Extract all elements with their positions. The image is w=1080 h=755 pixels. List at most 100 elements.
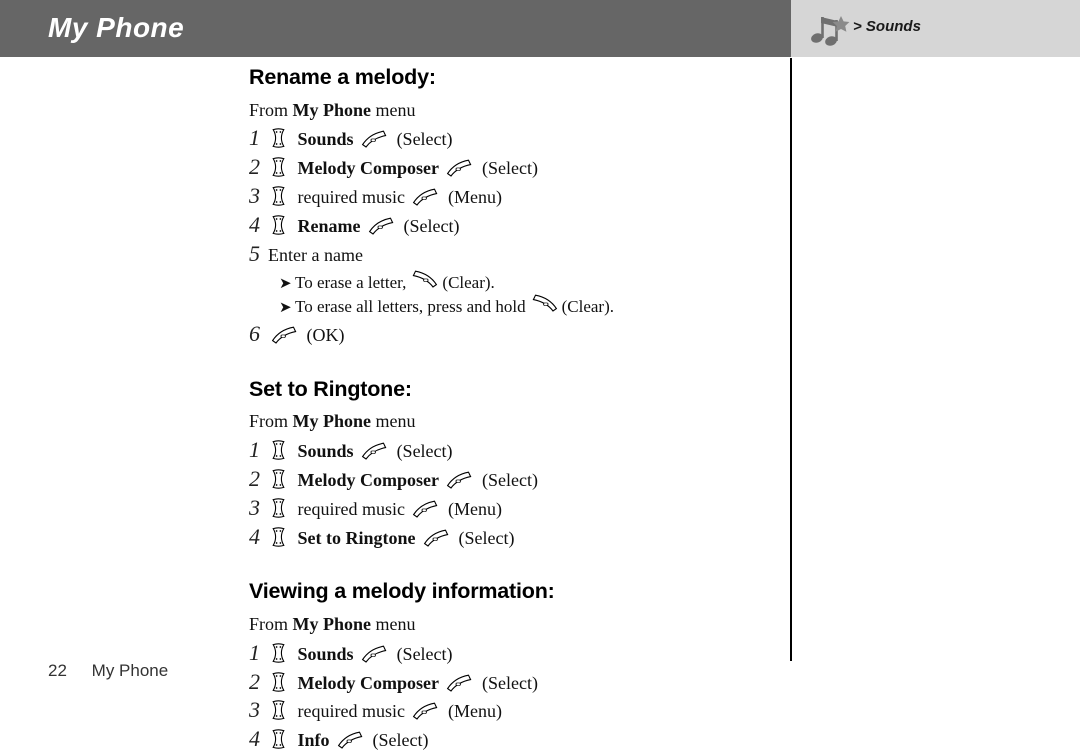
section-title-viewing: Viewing a melody information: [249, 579, 555, 604]
sub-bullet-key-caption: (Clear). [561, 296, 614, 316]
from-menu-name: My Phone [292, 99, 372, 120]
step-list-ringtone: 1 Sounds (Select) 2 Melody Composer (Sel… [249, 437, 769, 550]
left-soft-key-icon [412, 188, 438, 206]
left-soft-key-icon [446, 159, 472, 177]
step-number: 5 [249, 240, 260, 266]
navigation-key-icon [269, 469, 288, 489]
step-number: 3 [249, 697, 260, 723]
from-prefix: From [249, 613, 289, 634]
sub-bullet-list: ➤ To erase a letter, (Clear). ➤ To erase… [249, 270, 769, 317]
step-number: 2 [249, 465, 260, 491]
left-soft-key-icon [361, 130, 387, 149]
section-title-rename: Rename a melody: [249, 65, 436, 89]
step-item: 2 Melody Composer (Select) [249, 669, 769, 696]
left-soft-key-icon [423, 529, 449, 547]
step-item: 3 required music (Menu) [249, 697, 769, 724]
step-number: 4 [249, 523, 260, 549]
step-number: 3 [249, 182, 260, 208]
step-key-caption: (Menu) [447, 186, 502, 207]
step-key-caption: (Select) [481, 672, 538, 693]
main-content: Rename a melody: From My Phone menu 1 So… [249, 62, 769, 753]
vertical-divider [790, 58, 792, 661]
step-label: Melody Composer [297, 158, 439, 179]
step-item: 6 (OK) [249, 321, 769, 348]
left-soft-key-icon [446, 471, 472, 489]
step-number: 2 [249, 668, 260, 694]
step-label: Sounds [297, 129, 354, 150]
step-label: Rename [297, 215, 361, 236]
section-viewing-melody-information: Viewing a melody information: From My Ph… [249, 550, 769, 753]
step-item: 1 Sounds (Select) [249, 125, 769, 152]
step-key-caption: (Select) [396, 129, 453, 150]
step-label: Sounds [297, 441, 354, 462]
step-number: 3 [249, 494, 260, 520]
navigation-key-icon [269, 642, 288, 663]
step-item: 5 Enter a name [249, 241, 769, 268]
from-line-rename: From My Phone menu [249, 99, 769, 121]
left-soft-key-icon [412, 500, 438, 518]
step-label: required music [297, 186, 405, 207]
step-key-caption: (Select) [396, 643, 453, 664]
step-list-viewing: 1 Sounds (Select) 2 Melody Composer (Sel… [249, 640, 769, 753]
sub-bullet-item: ➤ To erase a letter, (Clear). [279, 270, 769, 293]
step-number: 4 [249, 726, 260, 752]
from-menu-name: My Phone [292, 411, 372, 432]
page-footer: 22 My Phone [48, 661, 168, 681]
left-soft-key-icon [271, 326, 297, 344]
music-note-icon [810, 10, 850, 48]
step-label: required music [297, 701, 405, 722]
navigation-key-icon [269, 186, 288, 206]
from-suffix: menu [375, 411, 416, 432]
breadcrumb: > Sounds [853, 18, 921, 35]
navigation-key-icon [269, 700, 288, 721]
step-key-caption: (Select) [396, 441, 453, 462]
footer-label: My Phone [91, 661, 169, 680]
step-item: 4 Info (Select) [249, 726, 769, 753]
step-item: 2 Melody Composer (Select) [249, 154, 769, 181]
navigation-key-icon [269, 215, 288, 235]
step-number: 1 [249, 437, 260, 463]
step-number: 6 [249, 320, 260, 346]
step-label: Sounds [297, 643, 354, 664]
step-key-caption: (Select) [458, 527, 515, 548]
step-label: Set to Ringtone [297, 527, 416, 548]
step-key-caption: (Select) [372, 730, 429, 751]
sub-bullet-text: To erase a letter, [295, 273, 407, 293]
step-item: 4 Rename (Select) [249, 212, 769, 239]
navigation-key-icon [269, 157, 288, 177]
navigation-key-icon [269, 729, 288, 749]
left-soft-key-icon [361, 442, 387, 460]
navigation-key-icon [269, 671, 288, 692]
from-line-ringtone: From My Phone menu [249, 411, 769, 432]
section-set-to-ringtone: Set to Ringtone: From My Phone menu 1 So… [249, 348, 769, 551]
page-number: 22 [48, 661, 67, 680]
left-soft-key-icon [368, 217, 394, 235]
step-number: 1 [249, 125, 260, 151]
sub-bullet-item: ➤ To erase all letters, press and hold (… [279, 294, 769, 317]
step-key-caption: (Menu) [447, 701, 502, 722]
left-soft-key-icon [412, 702, 438, 721]
arrow-bullet-icon: ➤ [279, 297, 292, 316]
right-soft-key-icon [530, 294, 558, 312]
navigation-key-icon [269, 440, 288, 460]
step-list-rename: 1 Sounds (Select) 2 Melody Composer (Sel… [249, 125, 769, 347]
sub-bullet-key-caption: (Clear). [442, 273, 495, 293]
step-item: 3 required music (Menu) [249, 495, 769, 522]
step-key-caption: (Select) [403, 215, 460, 236]
right-soft-key-icon [410, 270, 438, 289]
from-prefix: From [249, 411, 289, 432]
step-key-caption: (OK) [306, 324, 345, 345]
left-soft-key-icon [361, 645, 387, 663]
from-suffix: menu [375, 613, 416, 634]
navigation-key-icon [269, 498, 288, 518]
step-label: Melody Composer [297, 672, 439, 693]
page-header: My Phone > Sounds [0, 0, 1080, 57]
section-title-set-to-ringtone: Set to Ringtone: [249, 376, 412, 401]
step-key-caption: (Select) [481, 158, 538, 179]
step-label: required music [297, 498, 405, 519]
step-item: 2 Melody Composer (Select) [249, 466, 769, 493]
arrow-bullet-icon: ➤ [279, 274, 292, 293]
navigation-key-icon [269, 128, 288, 148]
step-item: 4 Set to Ringtone (Select) [249, 524, 769, 551]
step-number: 1 [249, 639, 260, 665]
